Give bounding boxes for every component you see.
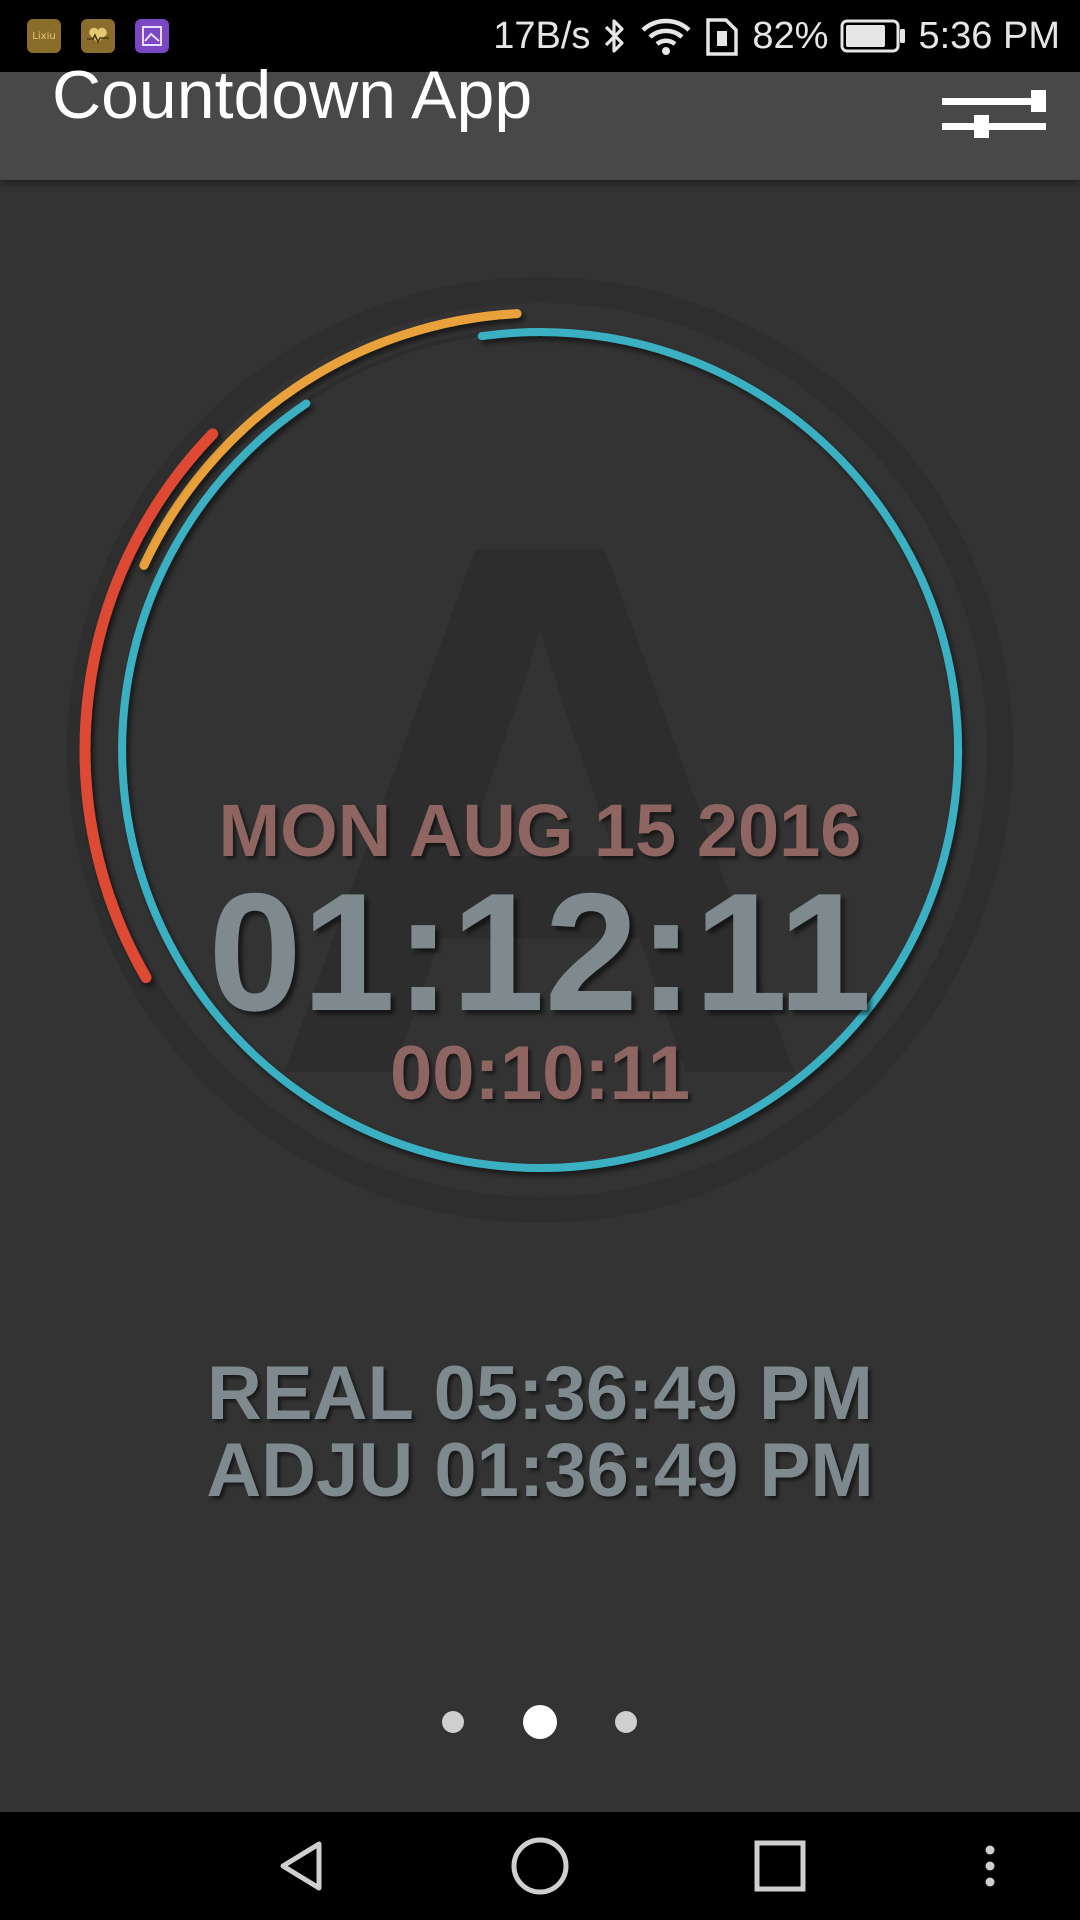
battery-percent: 82% bbox=[752, 14, 829, 57]
status-indicators: 17B/s 82% 5:36 PM bbox=[493, 0, 1060, 72]
network-speed: 17B/s bbox=[493, 14, 591, 57]
health-app-icon bbox=[81, 19, 115, 53]
recents-button[interactable] bbox=[735, 1812, 825, 1920]
page-dot-3[interactable] bbox=[615, 1711, 637, 1733]
more-button[interactable] bbox=[970, 1812, 1010, 1920]
back-icon bbox=[280, 1841, 322, 1891]
more-icon bbox=[985, 1845, 995, 1887]
bluetooth-icon bbox=[602, 16, 628, 56]
battery-icon bbox=[840, 19, 906, 53]
dial-rings bbox=[67, 277, 1013, 1223]
sim-card-icon bbox=[704, 16, 740, 56]
countdown-sub-time: 00:10:11 bbox=[389, 1031, 691, 1116]
settings-button[interactable] bbox=[938, 82, 1050, 146]
screen: Lixiu 17B/s 82% 5:36 PM Countdown App A … bbox=[0, 0, 1080, 1920]
app-title: Countdown App bbox=[52, 57, 533, 133]
real-time-label: REAL 05:36:49 PM bbox=[207, 1351, 873, 1436]
page-dot-1[interactable] bbox=[442, 1711, 464, 1733]
adjusted-time-label: ADJU 01:36:49 PM bbox=[206, 1428, 874, 1513]
countdown-main-time: 01:12:11 bbox=[208, 858, 872, 1046]
lixiu-app-icon: Lixiu bbox=[27, 19, 61, 53]
recents-icon bbox=[754, 1840, 806, 1892]
home-button[interactable] bbox=[495, 1812, 585, 1920]
gallery-app-icon bbox=[135, 19, 169, 53]
navigation-bar bbox=[0, 1812, 1080, 1920]
home-icon bbox=[511, 1837, 569, 1895]
countdown-dial: A MON AUG 15 2016 01:12:11 00:10:11 bbox=[0, 200, 1080, 1280]
page-dot-2[interactable] bbox=[523, 1705, 557, 1739]
app-bar: Countdown App bbox=[0, 57, 1080, 180]
page-indicator bbox=[0, 1700, 1080, 1744]
sliders-icon bbox=[942, 90, 1046, 138]
back-button[interactable] bbox=[256, 1812, 346, 1920]
wifi-icon bbox=[640, 16, 692, 56]
status-time: 5:36 PM bbox=[918, 14, 1060, 57]
